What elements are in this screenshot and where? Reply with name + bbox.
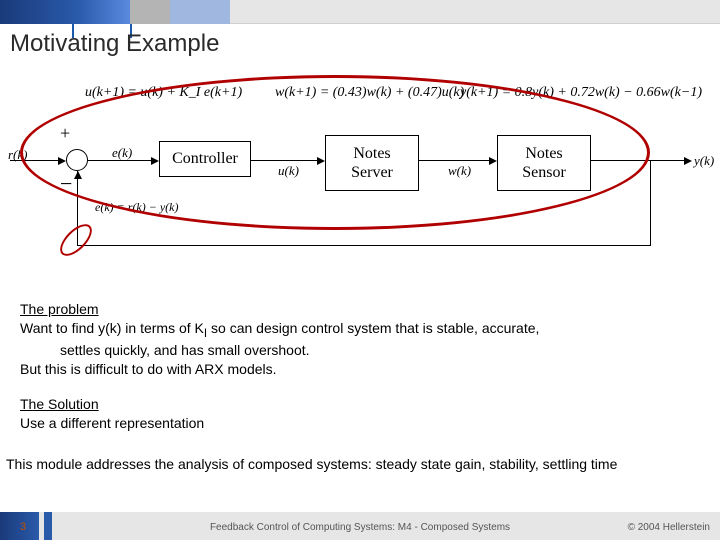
banner-stripe-3 bbox=[170, 0, 230, 24]
problem-heading: The problem bbox=[20, 300, 539, 319]
banner-stripe-1 bbox=[0, 0, 130, 24]
block-diagram: u(k+1) = u(k) + K_I e(k+1) w(k+1) = (0.4… bbox=[0, 75, 720, 275]
highlight-ellipse-icon bbox=[20, 75, 650, 230]
problem-line2: settles quickly, and has small overshoot… bbox=[20, 341, 539, 360]
banner-stripe-2 bbox=[130, 0, 170, 24]
problem-l1a: Want to find y(k) in terms of K bbox=[20, 320, 204, 336]
top-banner bbox=[0, 0, 720, 24]
footer-copyright: © 2004 Hellerstein bbox=[628, 522, 710, 533]
solution-section: The Solution Use a different representat… bbox=[20, 395, 204, 433]
problem-section: The problem Want to find y(k) in terms o… bbox=[20, 300, 539, 379]
solution-line1: Use a different representation bbox=[20, 414, 204, 433]
line bbox=[77, 245, 651, 246]
footer-center-text: Feedback Control of Computing Systems: M… bbox=[0, 522, 720, 533]
slide-title: Motivating Example bbox=[10, 30, 219, 58]
problem-line3: But this is difficult to do with ARX mod… bbox=[20, 360, 539, 379]
highlight-small-ellipse-icon bbox=[55, 219, 97, 261]
problem-line1: Want to find y(k) in terms of KI so can … bbox=[20, 319, 539, 342]
signal-y: y(k) bbox=[694, 153, 714, 169]
arrow-icon bbox=[684, 157, 692, 165]
problem-l1b: so can design control system that is sta… bbox=[207, 320, 539, 336]
module-note: This module addresses the analysis of co… bbox=[6, 455, 716, 474]
line bbox=[650, 160, 651, 245]
solution-heading: The Solution bbox=[20, 395, 204, 414]
